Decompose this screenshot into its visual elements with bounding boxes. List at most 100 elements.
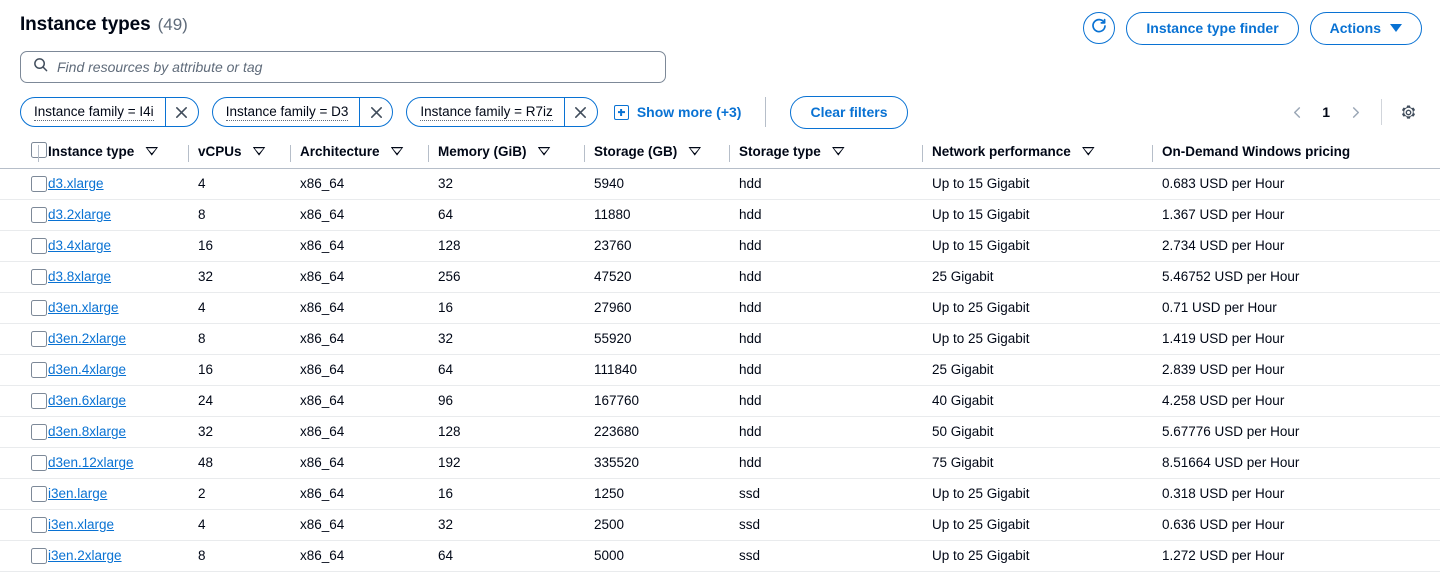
actions-button[interactable]: Actions (1309, 12, 1422, 45)
close-icon[interactable] (563, 98, 597, 127)
page-number[interactable]: 1 (1315, 104, 1337, 120)
table-row[interactable]: d3en.xlarge 4 x86_64 16 27960 hdd Up to 25 Gig… (0, 292, 1440, 324)
instance-types-page: Instance types (49) Instance type finder… (0, 0, 1440, 577)
instance-type-link[interactable]: d3.4xlarge (48, 238, 111, 253)
table-row[interactable]: i3en.large 2 x86_64 16 1250 ssd Up to 25 Gigab… (0, 478, 1440, 510)
cell-storage-type: hdd (739, 385, 932, 417)
instance-type-link[interactable]: d3en.6xlarge (48, 393, 126, 408)
sort-icon[interactable] (538, 147, 551, 156)
row-checkbox[interactable] (31, 175, 47, 192)
cell-architecture: x86_64 (300, 385, 438, 417)
column-label: On-Demand Windows pricing (1162, 143, 1351, 159)
row-checkbox[interactable] (31, 361, 47, 378)
chevron-right-icon[interactable] (1341, 98, 1369, 126)
row-checkbox[interactable] (31, 206, 47, 223)
search-box[interactable] (20, 50, 666, 83)
clear-filters-button[interactable]: Clear filters (790, 95, 908, 129)
cell-storage: 47520 (594, 261, 739, 293)
cell-vcpus: 8 (198, 540, 300, 572)
table-row[interactable]: d3.xlarge 4 x86_64 32 5940 hdd Up to 15 Gigabi… (0, 168, 1440, 200)
column-header-memory: Memory (GiB) (428, 141, 594, 169)
row-checkbox[interactable] (31, 237, 47, 254)
cell-instance-type: d3.4xlarge (48, 230, 198, 262)
divider (1381, 99, 1382, 125)
row-select-cell (0, 230, 48, 262)
show-more-filters-button[interactable]: Show more (+3) (613, 104, 741, 120)
cell-storage-type: hdd (739, 323, 932, 355)
cell-memory: 128 (438, 230, 594, 262)
close-icon[interactable] (164, 98, 198, 127)
instance-type-finder-button[interactable]: Instance type finder (1126, 12, 1299, 45)
table-row[interactable]: d3en.6xlarge 24 x86_64 96 167760 hdd 40 Gigabi… (0, 385, 1440, 417)
row-checkbox[interactable] (31, 423, 47, 440)
row-checkbox[interactable] (31, 547, 47, 564)
column-header-instance-type: Instance type (38, 141, 198, 169)
row-checkbox[interactable] (31, 485, 47, 502)
instance-type-link[interactable]: d3.8xlarge (48, 269, 111, 284)
cell-storage-type: hdd (739, 292, 932, 324)
cell-architecture: x86_64 (300, 354, 438, 386)
cell-storage: 5000 (594, 540, 739, 572)
filter-chip[interactable]: Instance family = I4i (20, 97, 199, 128)
cell-price: 0.636 USD per Hour (1162, 509, 1440, 541)
cell-architecture: x86_64 (300, 261, 438, 293)
filter-chip[interactable]: Instance family = D3 (211, 97, 394, 128)
cell-vcpus: 4 (198, 168, 300, 200)
instance-type-link[interactable]: d3.xlarge (48, 176, 104, 191)
cell-instance-type: d3en.4xlarge (48, 354, 198, 386)
table-row[interactable]: d3en.4xlarge 16 x86_64 64 111840 hdd 25 Gigabi… (0, 354, 1440, 386)
table-row[interactable]: i3en.xlarge 4 x86_64 32 2500 ssd Up to 25 Giga… (0, 509, 1440, 541)
select-all-header (0, 141, 48, 169)
instance-type-link[interactable]: i3en.large (48, 486, 107, 501)
table-row[interactable]: d3.4xlarge 16 x86_64 128 23760 hdd Up to 15 Gi… (0, 230, 1440, 262)
sort-icon[interactable] (688, 147, 701, 156)
row-select-cell (0, 416, 48, 448)
instance-type-link[interactable]: i3en.xlarge (48, 517, 114, 532)
sort-icon[interactable] (832, 147, 845, 156)
chevron-left-icon[interactable] (1283, 98, 1311, 126)
cell-architecture: x86_64 (300, 540, 438, 572)
row-checkbox[interactable] (31, 299, 47, 316)
instance-type-link[interactable]: d3.2xlarge (48, 207, 111, 222)
close-icon[interactable] (359, 98, 392, 127)
select-all-checkbox[interactable] (31, 141, 47, 158)
row-checkbox[interactable] (31, 268, 47, 285)
search-input[interactable] (57, 51, 653, 82)
row-checkbox[interactable] (31, 516, 47, 533)
instance-type-link[interactable]: d3en.12xlarge (48, 455, 134, 470)
row-select-cell (0, 292, 48, 324)
refresh-button[interactable] (1083, 12, 1116, 45)
sort-icon[interactable] (391, 147, 404, 156)
cell-storage: 111840 (594, 354, 739, 386)
gear-icon[interactable] (1394, 98, 1422, 126)
sort-icon[interactable] (145, 147, 158, 156)
instance-type-link[interactable]: d3en.4xlarge (48, 362, 126, 377)
cell-storage: 2500 (594, 509, 739, 541)
table-row[interactable]: d3.2xlarge 8 x86_64 64 11880 hdd Up to 15 Giga… (0, 199, 1440, 231)
sort-icon[interactable] (1082, 147, 1095, 156)
cell-network-performance: Up to 15 Gigabit (932, 230, 1162, 262)
table-row[interactable]: d3en.12xlarge 48 x86_64 192 335520 hdd 75 Giga… (0, 447, 1440, 479)
cell-storage: 55920 (594, 323, 739, 355)
cell-storage: 335520 (594, 447, 739, 479)
cell-storage-type: ssd (739, 478, 932, 510)
table-body: d3.xlarge 4 x86_64 32 5940 hdd Up to 15 Gigabi… (0, 168, 1440, 572)
table-row[interactable]: i3en.2xlarge 8 x86_64 64 5000 ssd Up to 25 Gig… (0, 540, 1440, 572)
row-checkbox[interactable] (31, 330, 47, 347)
table-row[interactable]: d3en.2xlarge 8 x86_64 32 55920 hdd Up to 25 Gi… (0, 323, 1440, 355)
table-row[interactable]: d3.8xlarge 32 x86_64 256 47520 hdd 25 Gigabit 5… (0, 261, 1440, 293)
column-header-on-demand-pricing: On-Demand Windows pricing (1152, 141, 1440, 169)
filter-chip[interactable]: Instance family = R7iz (406, 97, 598, 128)
sort-icon[interactable] (253, 147, 266, 156)
cell-price: 0.71 USD per Hour (1162, 292, 1440, 324)
cell-price: 2.734 USD per Hour (1162, 230, 1440, 262)
instance-type-link[interactable]: i3en.2xlarge (48, 548, 122, 563)
instance-type-link[interactable]: d3en.xlarge (48, 300, 119, 315)
cell-memory: 32 (438, 509, 594, 541)
table-row[interactable]: d3en.8xlarge 32 x86_64 128 223680 hdd 50 Gigab… (0, 416, 1440, 448)
instance-type-link[interactable]: d3en.8xlarge (48, 424, 126, 439)
instance-type-link[interactable]: d3en.2xlarge (48, 331, 126, 346)
row-checkbox[interactable] (31, 392, 47, 409)
row-checkbox[interactable] (31, 454, 47, 471)
cell-price: 2.839 USD per Hour (1162, 354, 1440, 386)
